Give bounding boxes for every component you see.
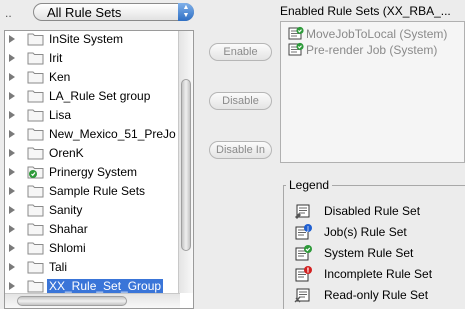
incomplete-rule-set-icon: ! [295,266,312,282]
folder-icon [27,71,44,84]
expand-triangle-icon[interactable] [9,73,15,81]
tree-item-prinergy-system[interactable]: Prinergy System [5,163,180,182]
expand-triangle-icon[interactable] [9,168,15,176]
expand-triangle-icon[interactable] [9,263,15,271]
tree-item-label: InSite System [49,32,124,46]
tree-item-label: Shahar [49,222,88,236]
tree-item-new-mexico[interactable]: New_Mexico_51_PreJo [5,125,180,144]
svg-text:J: J [306,226,309,233]
disable-button[interactable]: Disable [209,92,272,110]
legend-label: Read-only Rule Set [324,288,429,302]
tree-item-label: Lisa [49,108,72,122]
expand-triangle-icon[interactable] [9,92,15,100]
folder-icon [27,90,44,103]
legend-item-read-only: Read-only Rule Set [293,285,463,305]
folder-icon [27,109,44,122]
read-only-rule-set-icon [294,288,310,303]
expand-triangle-icon[interactable] [9,130,15,138]
folder-icon [27,261,44,274]
tree-item-orenk[interactable]: OrenK [5,144,180,163]
expand-triangle-icon[interactable] [9,206,15,214]
tree-vertical-scrollbar[interactable] [178,31,193,293]
tree-item-lisa[interactable]: Lisa [5,106,180,125]
expand-triangle-icon[interactable] [9,54,15,62]
system-rule-set-icon [288,42,304,56]
vertical-scroll-thumb[interactable] [181,79,191,251]
enabled-rule-set-item[interactable]: MoveJobToLocal (System) [284,26,464,42]
enabled-rule-sets-title: Enabled Rule Sets (XX_RBA_... [280,4,451,18]
folder-icon [27,223,44,236]
dropdown-arrows-icon: ▲ ▼ [178,3,194,21]
system-folder-icon [27,166,44,179]
expand-triangle-icon[interactable] [9,282,15,290]
expand-triangle-icon[interactable] [9,149,15,157]
expand-triangle-icon[interactable] [9,35,15,43]
legend-label: Incomplete Rule Set [324,267,433,281]
rule-set-filter-value: All Rule Sets [47,5,122,20]
tree-item-label: Sanity [49,203,83,217]
expand-triangle-icon[interactable] [9,187,15,195]
legend-item-system: System Rule Set [293,243,463,263]
expand-triangle-icon[interactable] [9,111,15,119]
tree-item-label: Tali [49,260,68,274]
folder-icon [27,242,44,255]
tree-item-tali[interactable]: Tali [5,258,180,277]
folder-icon [27,128,44,141]
tree-item-shahar[interactable]: Shahar [5,220,180,239]
tree-item-label: Irit [49,51,63,65]
legend-item-incomplete: ! Incomplete Rule Set [293,264,463,284]
rule-set-filter-dropdown[interactable]: All Rule Sets ▲ ▼ [33,3,194,21]
folder-icon [27,147,44,160]
jobs-rule-set-icon: J [295,224,312,240]
tree-item-la-rule-set-group[interactable]: LA_Rule Set group [5,87,180,106]
svg-text:!: ! [306,267,309,275]
legend-item-jobs: J Job(s) Rule Set [293,222,463,242]
expand-triangle-icon[interactable] [9,225,15,233]
tree-item-label: OrenK [49,146,84,160]
tree-item-label: Sample Rule Sets [49,184,146,198]
tree-item-sanity[interactable]: Sanity [5,201,180,220]
tree-item-label: New_Mexico_51_PreJo [49,127,176,141]
tree-item-label-selected: XX_Rule_Set_Group [47,279,164,293]
enabled-rule-set-item[interactable]: Pre-render Job (System) [284,42,464,58]
folder-icon [27,280,44,293]
tree-item-label: Prinergy System [49,165,138,179]
system-rule-set-icon [295,245,312,261]
enabled-rule-set-label: MoveJobToLocal (System) [306,27,448,41]
legend-item-disabled: Disabled Rule Set [293,201,463,221]
tree-item-label: Ken [49,70,71,84]
legend-title: Legend [286,178,333,192]
tree-item-label: Shlomi [49,241,86,255]
folder-icon [27,185,44,198]
disabled-rule-set-icon [295,204,310,219]
enable-button[interactable]: Enable [209,43,272,61]
disable-in-button[interactable]: Disable In [209,141,272,159]
tree-item-label: LA_Rule Set group [49,89,151,103]
legend-label: Job(s) Rule Set [324,225,407,239]
expand-triangle-icon[interactable] [9,244,15,252]
horizontal-scroll-thumb[interactable] [17,296,127,306]
legend-label: Disabled Rule Set [324,204,421,218]
folder-icon [27,33,44,46]
enabled-rule-sets-list[interactable]: MoveJobToLocal (System) Pre-render Job (… [280,21,465,163]
tree-item-irit[interactable]: Irit [5,49,180,68]
tree-item-ken[interactable]: Ken [5,68,180,87]
folder-icon [27,52,44,65]
enabled-rule-set-label: Pre-render Job (System) [306,43,438,57]
system-rule-set-icon [288,26,304,40]
tree-item-shlomi[interactable]: Shlomi [5,239,180,258]
folder-icon [27,204,44,217]
parent-folder-indicator[interactable]: .. [5,6,12,20]
tree-item-sample-rule-sets[interactable]: Sample Rule Sets [5,182,180,201]
tree-horizontal-scrollbar[interactable] [5,293,180,308]
legend-label: System Rule Set [324,246,414,260]
rule-set-tree[interactable]: InSite System Irit Ken LA_Rule Set group… [4,30,194,309]
tree-item-insite-system[interactable]: InSite System [5,31,180,49]
